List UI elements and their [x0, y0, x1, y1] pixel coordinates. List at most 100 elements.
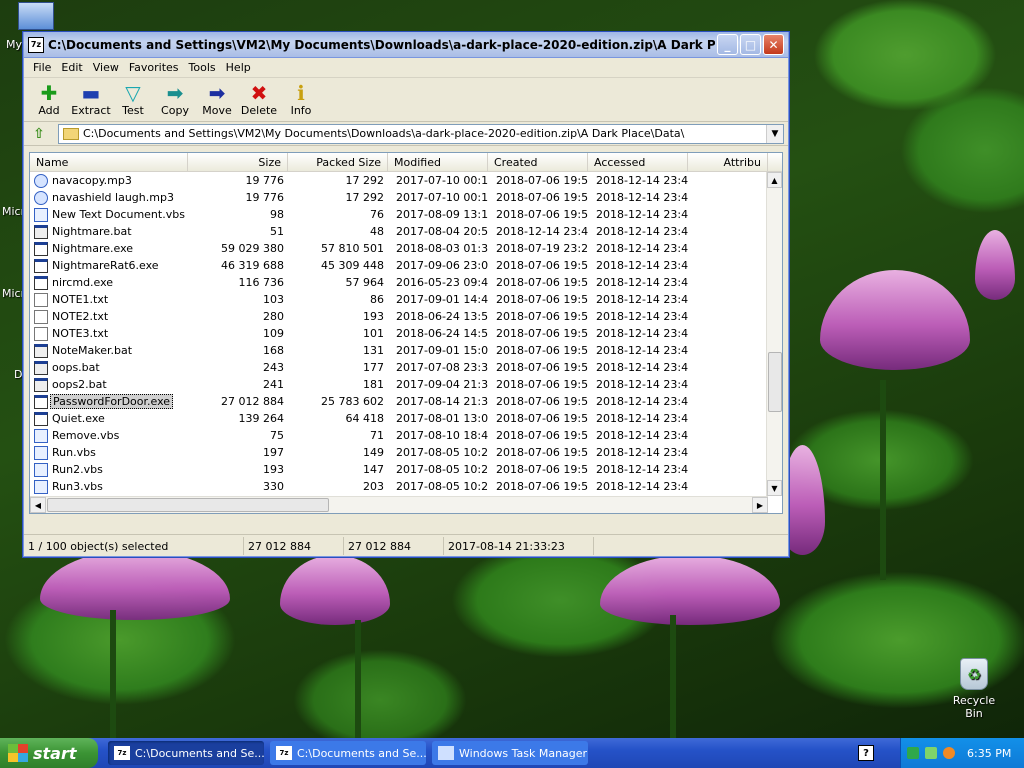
taskbar-button-7zip-1[interactable]: 7z C:\Documents and Se... [108, 741, 264, 765]
menu-favorites[interactable]: Favorites [124, 61, 184, 74]
file-name-cell[interactable]: Quiet.exe [30, 411, 188, 426]
desktop-icon-label[interactable]: D [14, 368, 22, 381]
file-modified: 2017-09-01 14:42 [396, 293, 488, 306]
menu-view[interactable]: View [88, 61, 124, 74]
up-folder-icon[interactable]: ⇧ [28, 124, 50, 144]
table-row[interactable]: NOTE1.txt 103 86 2017-09-01 14:42 2018-07-06… [30, 291, 768, 308]
7zip-app-icon[interactable]: 7z [28, 36, 44, 53]
file-name: NOTE3.txt [52, 327, 109, 340]
file-name-cell[interactable]: NOTE2.txt [30, 309, 188, 324]
column-header-name[interactable]: Name [30, 153, 188, 171]
table-row[interactable]: Nightmare.exe 59 029 380 57 810 501 2018-08… [30, 240, 768, 257]
help-icon[interactable]: ? [858, 745, 874, 761]
file-name-cell[interactable]: Remove.vbs [30, 428, 188, 443]
file-modified: 2017-08-05 10:24 [396, 446, 488, 459]
move-button[interactable]: ➡ Move [196, 82, 238, 117]
file-size: 109 [263, 327, 284, 340]
table-row[interactable]: nircmd.exe 116 736 57 964 2016-05-23 09:44 2… [30, 274, 768, 291]
extract-button[interactable]: ▬ Extract [70, 82, 112, 117]
minimize-button[interactable]: _ [717, 34, 738, 55]
file-name-cell[interactable]: navashield laugh.mp3 [30, 190, 188, 205]
table-row[interactable]: Run3.vbs 330 203 2017-08-05 10:25 2018-07-06… [30, 478, 768, 495]
file-created: 2018-07-06 19:57 [496, 480, 588, 493]
clock[interactable]: 6:35 PM [967, 747, 1011, 760]
network-icon[interactable] [907, 747, 919, 759]
chevron-down-icon[interactable]: ▼ [766, 124, 783, 143]
table-row[interactable]: NoteMaker.bat 168 131 2017-09-01 15:01 2018-… [30, 342, 768, 359]
table-row[interactable]: Remove.vbs 75 71 2017-08-10 18:49 2018-07-06… [30, 427, 768, 444]
menu-tools[interactable]: Tools [184, 61, 221, 74]
file-modified: 2018-06-24 13:57 [396, 310, 488, 323]
test-button[interactable]: ▽ Test [112, 82, 154, 117]
search-icon[interactable] [943, 747, 955, 759]
table-row[interactable]: navacopy.mp3 19 776 17 292 2017-07-10 00:16… [30, 172, 768, 189]
file-name-cell[interactable]: NOTE1.txt [30, 292, 188, 307]
table-row[interactable]: PasswordForDoor.exe 27 012 884 25 783 602 2… [30, 393, 768, 410]
close-button[interactable]: ✕ [763, 34, 784, 55]
horizontal-scrollbar[interactable]: ◀ ▶ [30, 496, 768, 513]
taskbar-button-task-manager[interactable]: Windows Task Manager [432, 741, 588, 765]
file-name-cell[interactable]: New Text Document.vbs [30, 207, 188, 222]
file-name-cell[interactable]: PasswordForDoor.exe [30, 394, 188, 409]
menu-edit[interactable]: Edit [56, 61, 87, 74]
file-name-cell[interactable]: Run3.vbs [30, 479, 188, 494]
table-row[interactable]: navashield laugh.mp3 19 776 17 292 2017-07-… [30, 189, 768, 206]
start-button[interactable]: start [0, 738, 98, 768]
file-name-cell[interactable]: NoteMaker.bat [30, 343, 188, 358]
wallpaper-lotus-5 [600, 555, 780, 625]
menu-help[interactable]: Help [221, 61, 256, 74]
task-manager-icon [438, 746, 454, 760]
vertical-scroll-thumb[interactable] [768, 352, 782, 412]
file-name-cell[interactable]: NOTE3.txt [30, 326, 188, 341]
column-header-modified[interactable]: Modified [388, 153, 488, 171]
address-field[interactable]: C:\Documents and Settings\VM2\My Documen… [58, 123, 784, 144]
file-name-cell[interactable]: oops2.bat [30, 377, 188, 392]
file-name-cell[interactable]: nircmd.exe [30, 275, 188, 290]
add-button[interactable]: ✚ Add [28, 82, 70, 117]
title-bar[interactable]: 7z C:\Documents and Settings\VM2\My Docu… [24, 32, 788, 58]
maximize-button[interactable]: □ [740, 34, 761, 55]
file-name-cell[interactable]: oops.bat [30, 360, 188, 375]
file-name-cell[interactable]: navacopy.mp3 [30, 173, 188, 188]
file-name-cell[interactable]: Run.vbs [30, 445, 188, 460]
menu-file[interactable]: File [28, 61, 56, 74]
info-button[interactable]: ℹ Info [280, 82, 322, 117]
my-computer-icon[interactable] [18, 2, 54, 30]
column-header-accessed[interactable]: Accessed [588, 153, 688, 171]
desktop-icon-label[interactable]: My [6, 38, 22, 51]
file-created: 2018-07-06 19:57 [496, 446, 588, 459]
table-row[interactable]: Run.vbs 197 149 2017-08-05 10:24 2018-07-06 … [30, 444, 768, 461]
file-packed-size: 57 964 [345, 276, 385, 289]
column-header-created[interactable]: Created [488, 153, 588, 171]
file-created: 2018-07-06 19:57 [496, 259, 588, 272]
column-header-attributes[interactable]: Attribu [688, 153, 768, 171]
horizontal-scroll-thumb[interactable] [47, 498, 329, 512]
recycle-bin[interactable]: ♻ Recycle Bin [944, 658, 1004, 720]
column-header-size[interactable]: Size [188, 153, 288, 171]
file-name: oops.bat [52, 361, 100, 374]
table-row[interactable]: Quiet.exe 139 264 64 418 2017-08-01 13:08 20… [30, 410, 768, 427]
table-row[interactable]: NOTE3.txt 109 101 2018-06-24 14:56 2018-07-0… [30, 325, 768, 342]
scroll-down-icon[interactable]: ▼ [767, 480, 782, 496]
table-row[interactable]: Nightmare.bat 51 48 2017-08-04 20:51 2018-12… [30, 223, 768, 240]
file-name-cell[interactable]: Run2.vbs [30, 462, 188, 477]
table-row[interactable]: NightmareRat6.exe 46 319 688 45 309 448 201… [30, 257, 768, 274]
file-name-cell[interactable]: Nightmare.bat [30, 224, 188, 239]
vertical-scrollbar[interactable]: ▲ ▼ [766, 172, 782, 496]
table-row[interactable]: Run2.vbs 193 147 2017-08-05 10:25 2018-07-06… [30, 461, 768, 478]
table-row[interactable]: oops.bat 243 177 2017-07-08 23:34 2018-07-06… [30, 359, 768, 376]
file-name-cell[interactable]: Nightmare.exe [30, 241, 188, 256]
scroll-left-icon[interactable]: ◀ [30, 497, 46, 513]
file-name-cell[interactable]: NightmareRat6.exe [30, 258, 188, 273]
file-size: 46 319 688 [221, 259, 284, 272]
delete-button[interactable]: ✖ Delete [238, 82, 280, 117]
table-row[interactable]: NOTE2.txt 280 193 2018-06-24 13:57 2018-07-0… [30, 308, 768, 325]
table-row[interactable]: New Text Document.vbs 98 76 2017-08-09 13:1… [30, 206, 768, 223]
table-row[interactable]: oops2.bat 241 181 2017-09-04 21:30 2018-07-0… [30, 376, 768, 393]
tray-app-icon[interactable] [925, 747, 937, 759]
scroll-right-icon[interactable]: ▶ [752, 497, 768, 513]
scroll-up-icon[interactable]: ▲ [767, 172, 782, 188]
column-header-packed-size[interactable]: Packed Size [288, 153, 388, 171]
taskbar-button-7zip-2[interactable]: 7z C:\Documents and Se... [270, 741, 426, 765]
copy-button[interactable]: ➡ Copy [154, 82, 196, 117]
